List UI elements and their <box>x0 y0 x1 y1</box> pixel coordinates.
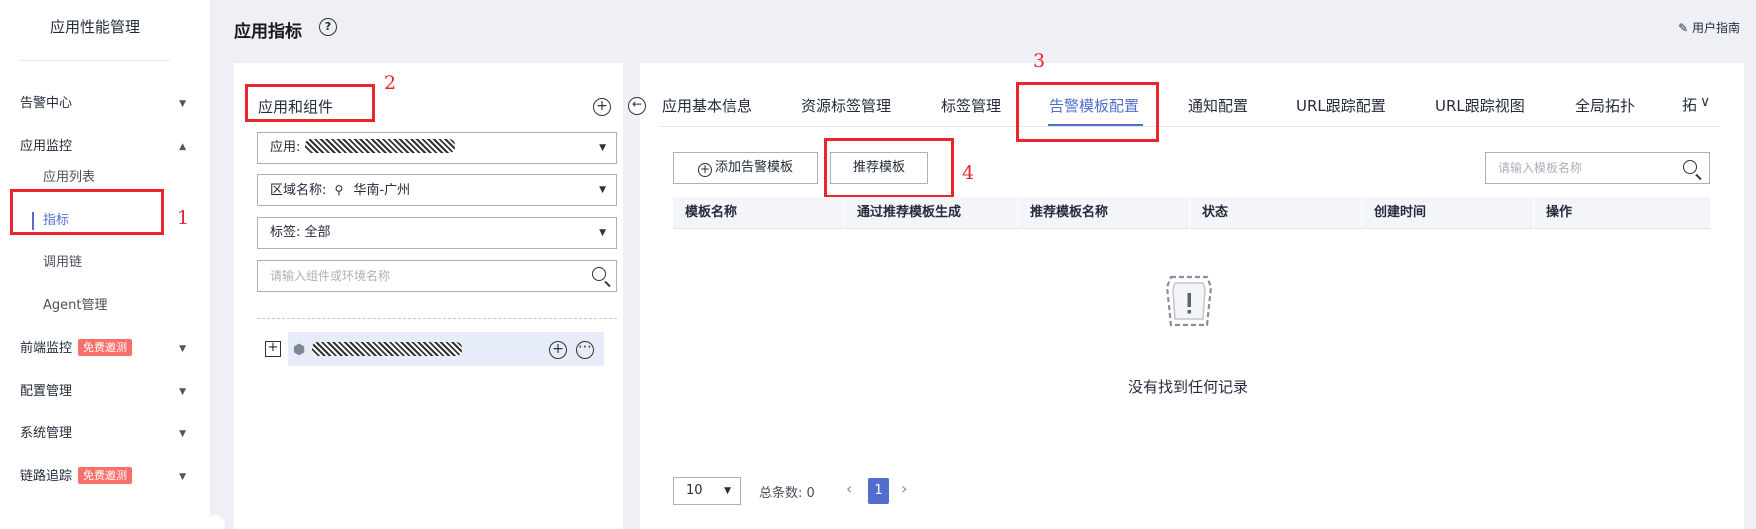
tab-app-info[interactable]: 应用基本信息 <box>662 95 752 116</box>
search-icon[interactable] <box>592 267 606 281</box>
caret-down-icon: ▼ <box>179 429 186 439</box>
sidebar-subitem-app-list[interactable]: 应用列表 <box>43 166 95 190</box>
caret-down-icon: ▼ <box>179 344 186 354</box>
button-label: 添加告警模板 <box>714 160 793 175</box>
total-value: 0 <box>806 486 815 501</box>
sidebar-title: 应用性能管理 <box>49 18 140 36</box>
total-label: 总条数: <box>759 486 803 501</box>
divider <box>257 318 617 319</box>
caret-down-icon: ▼ <box>179 387 186 397</box>
tabs-divider <box>660 126 1720 127</box>
tab-url-tracking-view[interactable]: URL跟踪视图 <box>1435 95 1525 116</box>
annotation-box-1 <box>10 189 164 235</box>
annotation-box-4 <box>824 138 954 198</box>
page-size-value: 10 <box>686 483 703 498</box>
sidebar-subitem-call-chain[interactable]: 调用链 <box>43 251 82 275</box>
total-count: 总条数: 0 <box>759 482 815 501</box>
sidebar-item-tracing[interactable]: 链路追踪 免费邀测 ▼ <box>20 465 200 489</box>
tab-notification[interactable]: 通知配置 <box>1188 95 1248 116</box>
sidebar-item-label: 告警中心 <box>20 96 73 111</box>
collapse-arrow-icon[interactable]: ← <box>628 97 646 115</box>
sidebar-divider <box>20 60 170 61</box>
caret-down-icon: ▼ <box>599 185 606 195</box>
annotation-box-3 <box>1016 82 1159 142</box>
sidebar-item-label: 系统管理 <box>20 426 73 441</box>
caret-up-icon: ▲ <box>179 142 186 152</box>
annotation-number-1: 1 <box>177 207 190 229</box>
tag-select[interactable]: 标签: 全部 ▼ <box>257 217 617 249</box>
plus-circle-icon: + <box>697 162 712 177</box>
chevron-down-icon[interactable]: ∨ <box>1700 94 1710 110</box>
status-badge: 免费邀测 <box>78 339 133 356</box>
sidebar-subitem-agent[interactable]: Agent管理 <box>43 294 107 318</box>
redacted-component-name <box>312 342 462 358</box>
add-alarm-template-button[interactable]: + 添加告警模板 <box>673 152 818 184</box>
empty-message: 没有找到任何记录 <box>1128 378 1249 396</box>
location-pin-icon: ⚲ <box>334 183 344 197</box>
search-icon[interactable] <box>1683 160 1697 174</box>
sidebar-item-label: 配置管理 <box>20 384 73 399</box>
component-cube-icon: ⬢ <box>293 342 306 358</box>
annotation-box-2 <box>245 84 375 122</box>
add-circle-icon[interactable]: + <box>549 341 567 359</box>
prev-page-icon[interactable]: ‹ <box>846 479 852 498</box>
status-badge: 免费邀测 <box>78 467 133 484</box>
sidebar: 应用性能管理 告警中心 ▼ 应用监控 ▲ 应用列表 指标 调用链 Agent管理… <box>0 0 210 529</box>
tab-tag-management[interactable]: 标签管理 <box>941 95 1001 116</box>
column-header: 推荐模板名称 <box>1018 197 1190 229</box>
help-icon[interactable]: ? <box>319 18 337 36</box>
caret-down-icon: ▼ <box>599 143 606 153</box>
caret-down-icon: ▼ <box>724 486 731 496</box>
sidebar-item-label: 应用监控 <box>20 139 73 154</box>
tag-select-value: 全部 <box>304 225 331 240</box>
sidebar-item-system[interactable]: 系统管理 ▼ <box>20 422 200 446</box>
sidebar-item-label: 链路追踪 <box>20 469 73 484</box>
next-page-icon[interactable]: › <box>901 479 907 498</box>
sidebar-item-label: 前端监控 <box>20 341 73 356</box>
component-search-input[interactable]: 请输入组件或环境名称 <box>257 260 617 292</box>
search-placeholder: 请输入模板名称 <box>1498 161 1583 175</box>
empty-state-icon <box>1165 275 1213 327</box>
sidebar-item-alarm-center[interactable]: 告警中心 ▼ <box>20 92 200 116</box>
sidebar-item-config[interactable]: 配置管理 ▼ <box>20 380 200 404</box>
expand-icon[interactable]: + <box>265 341 281 357</box>
region-select-label: 区域名称: <box>270 183 327 198</box>
column-header: 通过推荐模板生成 <box>845 197 1018 229</box>
search-placeholder: 请输入组件或环境名称 <box>270 269 391 283</box>
redacted-app-name <box>304 139 455 153</box>
page-title: 应用指标 <box>234 22 302 42</box>
region-select-value: 华南-广州 <box>353 183 411 198</box>
tab-url-tracking-config[interactable]: URL跟踪配置 <box>1296 95 1386 116</box>
column-header: 模板名称 <box>673 197 845 229</box>
sidebar-item-frontend-monitor[interactable]: 前端监控 免费邀测 ▼ <box>20 337 200 361</box>
sidebar-item-app-monitor[interactable]: 应用监控 ▲ <box>20 135 200 159</box>
caret-down-icon: ▼ <box>599 228 606 238</box>
edit-icon: ✎ <box>1678 21 1689 35</box>
page-size-select[interactable]: 10 ▼ <box>673 477 741 505</box>
column-header: 操作 <box>1546 205 1573 220</box>
tab-global-topology[interactable]: 全局拓扑 <box>1575 95 1635 116</box>
tab-resource-tags[interactable]: 资源标签管理 <box>801 95 891 116</box>
region-select[interactable]: 区域名称: ⚲ 华南-广州 ▼ <box>257 174 617 206</box>
caret-down-icon: ▼ <box>179 99 186 109</box>
caret-down-icon: ▼ <box>179 472 186 482</box>
table-header: 模板名称 通过推荐模板生成 推荐模板名称 状态 创建时间 操作 <box>673 197 1710 229</box>
add-circle-icon[interactable]: + <box>593 98 611 116</box>
column-header: 创建时间 <box>1362 197 1534 229</box>
user-guide-link[interactable]: ✎ 用户指南 <box>1678 19 1740 36</box>
page-number-current[interactable]: 1 <box>868 478 889 504</box>
user-guide-label: 用户指南 <box>1691 21 1740 35</box>
tag-select-label: 标签: <box>270 225 301 240</box>
column-header: 状态 <box>1190 197 1362 229</box>
annotation-number-4: 4 <box>962 162 975 184</box>
more-icon[interactable]: ⋯ <box>576 340 594 359</box>
scroll-handle[interactable] <box>205 515 225 529</box>
annotation-number-3: 3 <box>1033 50 1046 72</box>
app-select-label: 应用: <box>270 140 301 155</box>
template-search-input[interactable]: 请输入模板名称 <box>1485 152 1710 184</box>
annotation-number-2: 2 <box>384 72 397 94</box>
app-select[interactable]: 应用: ▼ <box>257 132 617 164</box>
